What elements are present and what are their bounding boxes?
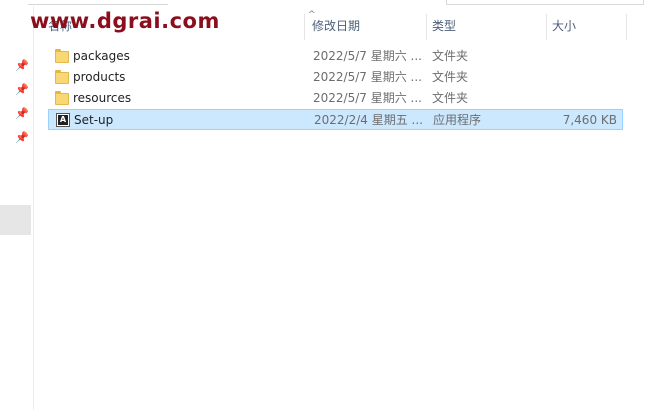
file-name: Set-up <box>74 113 114 127</box>
pin-icon[interactable]: 📌 <box>15 83 29 97</box>
file-row-selected[interactable]: A Set-up 2022/2/4 星期五 ... 应用程序 7,460 KB <box>48 109 623 130</box>
pin-icon[interactable]: 📌 <box>15 59 29 73</box>
column-divider[interactable] <box>626 14 627 40</box>
navigation-pane[interactable]: 📌 📌 📌 📌 <box>0 6 34 410</box>
file-type: 文件夹 <box>432 70 469 84</box>
watermark: www.dgrai.com <box>30 9 220 33</box>
file-row[interactable]: products 2022/5/7 星期六 ... 文件夹 <box>48 67 623 88</box>
file-row[interactable]: packages 2022/5/7 星期六 ... 文件夹 <box>48 46 623 67</box>
navigation-item-highlight[interactable] <box>0 205 31 235</box>
pin-icon[interactable]: 📌 <box>15 131 29 145</box>
toolbar-remnant <box>0 0 650 6</box>
folder-icon <box>55 91 69 105</box>
column-divider[interactable] <box>304 14 305 40</box>
file-row[interactable]: resources 2022/5/7 星期六 ... 文件夹 <box>48 88 623 109</box>
file-type: 应用程序 <box>433 113 482 127</box>
column-size[interactable]: 大小 <box>546 12 626 40</box>
address-bar-edge <box>28 0 168 5</box>
file-modified: 2022/2/4 星期五 ... <box>314 113 423 127</box>
file-modified: 2022/5/7 星期六 ... <box>313 91 422 105</box>
file-name: products <box>73 70 126 84</box>
file-modified: 2022/5/7 星期六 ... <box>313 49 422 63</box>
folder-icon <box>55 70 69 84</box>
file-type: 文件夹 <box>432 49 469 63</box>
file-type: 文件夹 <box>432 91 469 105</box>
file-name: resources <box>73 91 132 105</box>
file-size: 7,460 KB <box>562 113 617 127</box>
column-type[interactable]: 类型 <box>426 12 544 40</box>
column-modified[interactable]: 修改日期 <box>306 12 424 40</box>
folder-icon <box>55 49 69 63</box>
file-modified: 2022/5/7 星期六 ... <box>313 70 422 84</box>
pin-icon[interactable]: 📌 <box>15 107 29 121</box>
file-name: packages <box>73 49 130 63</box>
application-icon: A <box>56 113 70 127</box>
search-box-edge <box>446 0 644 5</box>
